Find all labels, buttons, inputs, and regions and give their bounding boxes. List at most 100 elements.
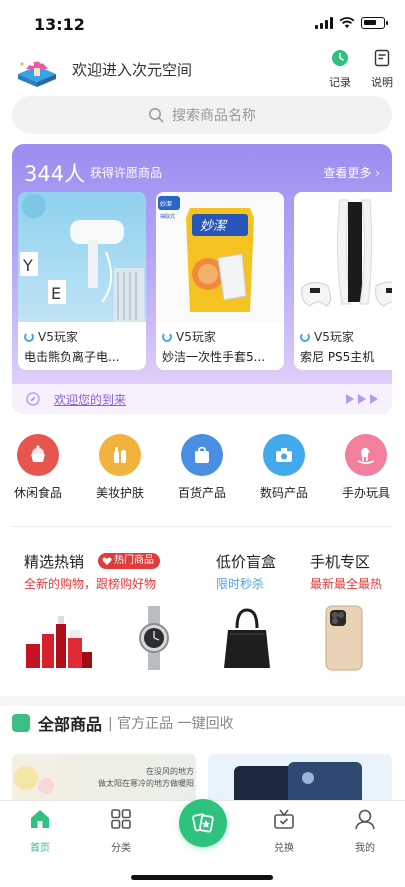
cosmetics-product-image <box>26 616 92 668</box>
tab-mine[interactable]: 我的 <box>335 807 395 854</box>
cosmetics-icon <box>99 434 141 476</box>
record-button[interactable]: 记录 <box>320 49 360 90</box>
tab-label: 我的 <box>355 843 375 854</box>
status-time: 13:12 <box>34 15 85 34</box>
header-title: 欢迎进入次元空间 <box>72 61 193 79</box>
bag-brand-text: 妙潔 <box>200 219 228 234</box>
brand-icon <box>300 331 310 342</box>
all-goods-header: 全部商品 | 官方正品 一键回收 <box>12 712 234 734</box>
tab-label: 兑换 <box>274 843 294 854</box>
wifi-icon <box>339 17 355 28</box>
banner-line-2: 做太阳在寒冷的地方做暖阳 <box>98 778 194 788</box>
record-icon <box>332 50 348 66</box>
compass-icon <box>26 392 40 406</box>
search-icon <box>149 108 164 123</box>
divider <box>12 526 392 527</box>
cake-icon <box>17 434 59 476</box>
signal-icon <box>315 17 333 29</box>
promo-blind-box-subtitle: 限时秒杀 <box>216 577 265 591</box>
category-digital[interactable]: 数码产品 <box>251 434 317 501</box>
product-image: Y E <box>18 192 146 322</box>
section-separator <box>0 696 405 706</box>
product-name: 妙洁一次性手套5... <box>162 350 266 364</box>
welcome-link[interactable]: 欢迎您的到来 <box>54 391 126 408</box>
svg-text:E: E <box>51 284 61 303</box>
promo-phone-title: 手机专区 <box>310 553 371 571</box>
category-label: 手办玩具 <box>341 486 390 500</box>
handbag-product-image <box>224 608 270 668</box>
goods-image <box>234 762 362 804</box>
tab-home[interactable]: 首页 <box>10 807 70 854</box>
category-label: 百货产品 <box>177 486 226 500</box>
record-label: 记录 <box>329 76 351 89</box>
wish-count: 344人 <box>24 162 86 186</box>
tab-cards-button[interactable] <box>179 799 227 847</box>
all-goods-subtitle: | 官方正品 一键回收 <box>108 716 234 732</box>
promo-phone-subtitle: 最新最全最热 <box>310 577 383 591</box>
app-logo <box>18 60 56 87</box>
guide-button[interactable]: 说明 <box>362 49 402 90</box>
category-goods[interactable]: 百货产品 <box>169 434 235 501</box>
banner-line-1: 在没风的地方 <box>146 766 194 776</box>
goods-card[interactable] <box>208 754 392 804</box>
product-name: 电击熊负离子电... <box>24 350 120 364</box>
category-label: 休闲食品 <box>13 486 62 500</box>
box-sub-text: 抽取式 <box>160 213 175 220</box>
wish-products-card: 344人 获得许愿商品 查看更多 › Y E V5玩家 电击熊负离子电... 妙… <box>12 144 392 414</box>
user-icon <box>355 809 375 830</box>
goods-image: 在没风的地方 做太阳在寒冷的地方做暖阳 <box>14 766 194 794</box>
rocking-horse-icon <box>345 434 387 476</box>
wish-subtitle: 获得许愿商品 <box>90 166 163 180</box>
product-image: 妙潔 抽取式 妙潔 <box>156 192 284 322</box>
heart-icon <box>102 557 112 565</box>
product-brand: V5玩家 <box>300 328 354 345</box>
view-more-link[interactable]: 查看更多 › <box>323 164 380 181</box>
welcome-bar: 欢迎您的到来 <box>12 384 392 414</box>
promo-blind-box-title: 低价盲盒 <box>216 553 277 571</box>
category-label: 数码产品 <box>259 486 308 500</box>
goods-card[interactable]: 在没风的地方 做太阳在寒冷的地方做暖阳 <box>12 754 196 804</box>
shopping-bag-icon <box>181 434 223 476</box>
product-name: 索尼 PS5主机 <box>300 350 375 364</box>
category-label: 美妆护肤 <box>95 486 144 500</box>
brand-icon <box>24 331 34 342</box>
camera-icon <box>263 434 305 476</box>
product-image <box>294 192 392 322</box>
category-toys[interactable]: 手办玩具 <box>333 434 399 501</box>
search-placeholder: 搜索商品名称 <box>172 108 256 124</box>
tab-bar: 首页 分类 兑换 我的 <box>0 799 405 887</box>
home-indicator <box>131 875 273 880</box>
promo-hot-title: 精选热销 <box>24 553 85 571</box>
cards-icon <box>192 813 214 833</box>
promo-hot-subtitle: 全新的购物，跟榜购好物 <box>24 577 157 591</box>
svg-text:Y: Y <box>22 256 33 275</box>
all-goods-title: 全部商品 <box>38 715 103 734</box>
category-snacks[interactable]: 休闲食品 <box>5 434 71 501</box>
wish-product-card[interactable]: Y E V5玩家 电击熊负离子电... <box>18 192 146 370</box>
watch-product-image <box>139 606 169 670</box>
status-icons <box>315 17 388 29</box>
wish-product-list: Y E V5玩家 电击熊负离子电... 妙潔 抽取式 妙潔 V5玩家 妙洁一次性… <box>18 192 392 370</box>
tab-exchange[interactable]: 兑换 <box>254 807 314 854</box>
play-arrows-icon <box>346 394 378 404</box>
battery-icon <box>361 17 388 29</box>
tab-category[interactable]: 分类 <box>91 807 151 854</box>
guide-label: 说明 <box>371 76 393 89</box>
search-input[interactable]: 搜索商品名称 <box>12 96 392 134</box>
tab-label: 首页 <box>30 843 50 854</box>
wish-product-card[interactable]: V5玩家 索尼 PS5主机 <box>294 192 392 370</box>
box-brand-text: 妙潔 <box>160 200 172 208</box>
tab-label: 分类 <box>111 843 131 854</box>
document-icon <box>374 49 390 67</box>
status-bar: 13:12 <box>0 0 405 44</box>
iphone-product-image <box>325 605 363 671</box>
category-beauty[interactable]: 美妆护肤 <box>87 434 153 501</box>
category-nav: 休闲食品 美妆护肤 百货产品 数码产品 手办玩具 <box>0 434 405 510</box>
wish-product-card[interactable]: 妙潔 抽取式 妙潔 V5玩家 妙洁一次性手套5... <box>156 192 284 370</box>
hot-badge: 热门商品 <box>98 553 160 569</box>
product-brand: V5玩家 <box>24 328 78 345</box>
brand-icon <box>162 331 172 342</box>
header: 欢迎进入次元空间 记录 说明 <box>0 44 405 94</box>
gift-box-icon <box>274 809 294 829</box>
home-icon <box>31 810 49 828</box>
